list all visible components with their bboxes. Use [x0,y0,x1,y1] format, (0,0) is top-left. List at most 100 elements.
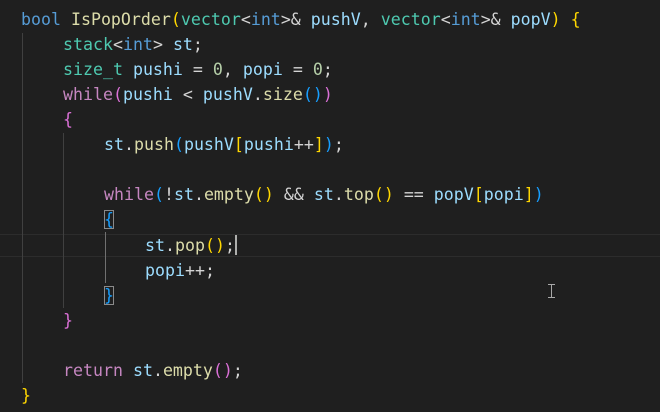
code-line-10[interactable]: st.pop(); [145,233,237,258]
code-editor[interactable]: bool IsPopOrder(vector<int>& pushV, vect… [0,0,660,412]
token-operator: ; [192,35,203,54]
token-operator: ; [204,261,215,280]
token-function: size [262,85,303,104]
text-caret [234,235,237,255]
token-function: empty [162,361,213,380]
token-variable: popV [433,185,474,204]
token-bracket: () [204,236,225,255]
token-operator: ! [163,185,174,204]
token-control: return [63,361,123,380]
token-bracket: ( [153,185,164,204]
token-operator: < [112,35,123,54]
token-bracket: } [63,311,73,330]
token-operator: . [252,85,263,104]
code-line-2[interactable]: stack<int> st; [63,32,203,57]
code-line-6[interactable]: st.push(pushV[pushi++]); [104,132,344,157]
token-operator: < [440,10,451,29]
token-bracket-matched: { [104,210,114,229]
token-bracket: ( [173,135,184,154]
code-line-13[interactable]: } [63,308,73,333]
token-operator: . [333,185,344,204]
token-keyword: int [450,10,481,29]
token-operator: = [192,60,203,79]
token-bracket: () [302,85,323,104]
code-line-1[interactable]: bool IsPopOrder(vector<int>& pushV, vect… [21,7,581,32]
token-keyword: bool [21,10,61,29]
token-bracket: ) [550,10,561,29]
token-bracket: () [212,361,233,380]
token-bracket: } [21,386,31,405]
token-control: while [104,185,154,204]
code-line-4[interactable]: while(pushi < pushV.size()) [63,82,333,107]
token-variable: st [132,361,153,380]
token-function: empty [203,185,254,204]
token-number: 0 [312,60,323,79]
token-variable: pushV [183,135,234,154]
token-variable: popi [242,60,283,79]
token-variable: popi [145,261,185,280]
token-type: vector [180,10,241,29]
token-operator: == [403,185,424,204]
code-line-8[interactable]: while(!st.empty() && st.top() == popV[po… [104,182,544,207]
code-line-9[interactable]: { [104,207,114,232]
token-bracket: ( [170,10,181,29]
code-line-16[interactable]: } [21,383,31,408]
code-line-3[interactable]: size_t pushi = 0, popi = 0; [63,57,333,82]
token-variable: st [145,236,165,255]
token-operator: ++ [184,261,205,280]
current-line-highlight [0,234,660,257]
token-variable: popi [483,185,524,204]
token-bracket: ) [322,85,333,104]
token-bracket: ] [523,185,534,204]
token-bracket: [ [473,185,484,204]
token-operator: > [152,35,163,54]
token-operator: >& [280,10,301,29]
token-bracket: () [253,185,274,204]
token-function: pop [174,236,205,255]
token-operator: ; [322,60,333,79]
token-bracket: { [63,110,73,129]
token-operator: . [152,361,163,380]
token-bracket: () [373,185,394,204]
token-keyword: int [250,10,281,29]
token-operator: , [360,10,371,29]
token-function: IsPopOrder [70,10,171,29]
mouse-ibeam-icon [548,284,555,298]
code-line-12[interactable]: } [104,283,114,308]
token-variable: pushi [132,60,183,79]
token-operator: ; [333,135,344,154]
token-variable: st [104,135,124,154]
token-bracket: ] [313,135,324,154]
indent-guide-active [105,232,106,283]
token-operator: ++ [293,135,314,154]
token-bracket: [ [233,135,244,154]
token-variable: pushi [122,85,173,104]
token-type: vector [380,10,441,29]
token-operator: < [182,85,193,104]
token-operator: , [222,60,233,79]
token-operator: ; [224,236,235,255]
token-variable: pushV [310,10,361,29]
token-variable: pushi [243,135,294,154]
token-type: stack [63,35,113,54]
token-operator: >& [480,10,501,29]
token-bracket-matched: } [104,286,114,305]
token-keyword: int [122,35,153,54]
token-bracket: ( [112,85,123,104]
code-line-15[interactable]: return st.empty(); [63,358,243,383]
token-function: push [133,135,174,154]
code-line-5[interactable]: { [63,107,73,132]
token-operator: && [283,185,304,204]
token-bracket: ) [533,185,544,204]
indent-guide [22,33,23,383]
code-line-11[interactable]: popi++; [145,258,215,283]
token-variable: st [313,185,334,204]
token-bracket: ) [323,135,334,154]
token-function: top [343,185,374,204]
token-variable: st [173,185,194,204]
token-variable: st [172,35,193,54]
token-type: size_t [63,60,123,79]
token-bracket: { [570,10,581,29]
token-variable: popV [510,10,551,29]
token-number: 0 [212,60,223,79]
